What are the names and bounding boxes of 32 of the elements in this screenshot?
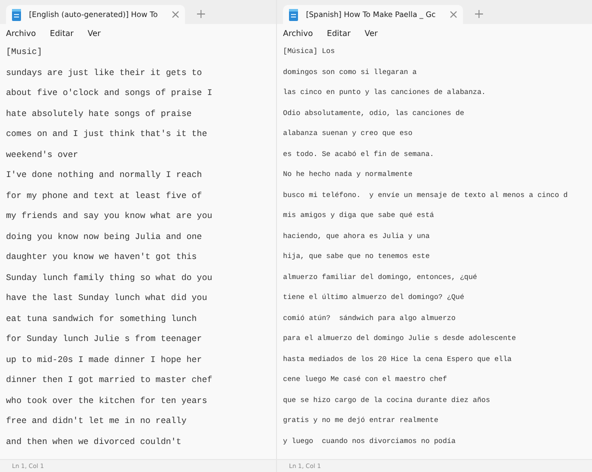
- new-tab-icon[interactable]: [474, 10, 483, 18]
- text-line: have the last Sunday lunch what did you: [6, 292, 208, 305]
- menu-item[interactable]: Editar: [326, 29, 351, 38]
- menu-item[interactable]: Ver: [364, 29, 378, 38]
- notepad-icon: [289, 8, 298, 20]
- text-line: free and didn't let me in no really: [6, 415, 188, 428]
- text-line: hate absolutely hate songs of praise: [6, 108, 193, 120]
- text-line: weekend's over: [6, 148, 80, 162]
- menu-item[interactable]: Editar: [50, 29, 74, 38]
- menu-item[interactable]: Archivo: [283, 29, 313, 38]
- text-line: my friends and say you know what are you: [6, 210, 214, 223]
- text-line: comes on and I just think that's it the: [6, 128, 208, 141]
- text-line: [Music]: [6, 46, 44, 59]
- notepad-icon: [12, 8, 21, 20]
- text-line: daughter you know we haven't got this: [6, 251, 198, 264]
- text-line: sundays are just like their it gets to: [6, 66, 203, 80]
- text-line: doing you know now being Julia and one: [6, 230, 203, 244]
- text-line: dinner then I got married to master chef: [6, 374, 214, 387]
- text-line: for Sunday lunch Julie s from teenager: [6, 333, 203, 346]
- menu-item[interactable]: Archivo: [6, 29, 36, 38]
- text-line: about five o'clock and songs of praise I: [6, 87, 214, 100]
- text-line: eat tuna sandwich for something lunch: [6, 312, 198, 326]
- close-icon[interactable]: [450, 11, 457, 18]
- text-line: up to mid-20s I made dinner I hope her: [6, 354, 203, 366]
- text-line: and then when we divorced couldn't: [6, 436, 182, 448]
- text-line: who took over the kitchen for ten years: [6, 394, 208, 408]
- new-tab-icon[interactable]: [196, 10, 205, 18]
- text-line: for my phone and text at least five of: [6, 190, 203, 202]
- menu-item[interactable]: Ver: [88, 29, 101, 38]
- close-icon[interactable]: [172, 11, 179, 18]
- text-line: I've done nothing and normally I reach: [6, 169, 203, 182]
- text-line: Sunday lunch family thing so what do you: [6, 272, 214, 284]
